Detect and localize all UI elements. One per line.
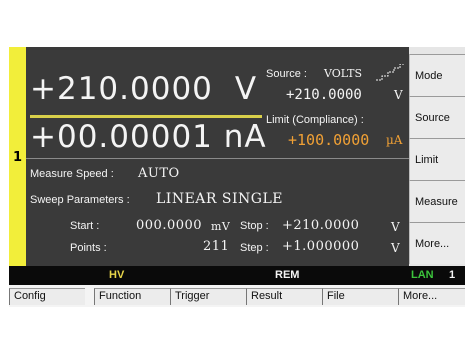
source-setting-value: +210.0000 (286, 87, 362, 103)
sweep-start-unit: mV (211, 220, 231, 233)
softkey-mode[interactable]: Mode (409, 54, 465, 96)
softkey-limit[interactable]: Limit (409, 138, 465, 180)
sweep-step-unit: V (391, 241, 401, 255)
measure-speed-value: AUTO (138, 166, 180, 181)
fkey-function[interactable]: Function (94, 288, 170, 305)
sweep-points-label: Points : (70, 242, 107, 254)
sweep-stop-value: +210.0000 (282, 218, 360, 233)
limit-unit: µA (386, 133, 403, 147)
channel-display-panel: +210.0000 V +00.00001 nA Source : VOLTS +… (26, 47, 409, 266)
fkey-trigger[interactable]: Trigger (170, 288, 246, 305)
sweep-parameters-label: Sweep Parameters : (30, 194, 130, 206)
measured-value-readout: +00.00001 nA (30, 119, 267, 155)
function-key-bar: Config Function Trigger Result File More… (9, 285, 465, 307)
source-setting-unit: V (394, 88, 403, 102)
sweep-start-value: 000.0000 (136, 218, 203, 233)
sweep-points-value: 211 (203, 239, 230, 254)
source-output-unit: V (234, 71, 258, 107)
fkey-result[interactable]: Result (246, 288, 322, 305)
source-label: Source : (266, 68, 307, 80)
softkey-more[interactable]: More... (409, 222, 465, 264)
staircase-sweep-icon (376, 64, 404, 81)
hv-indicator: HV (109, 269, 125, 281)
source-output-value: +210.0000 (30, 71, 213, 107)
sweep-step-label: Step : (240, 242, 269, 254)
sweep-stop-unit: V (391, 220, 401, 234)
channel-number: 1 (12, 150, 23, 165)
limit-label: Limit (Compliance) : (266, 114, 364, 126)
lan-number: 1 (449, 269, 456, 281)
source-mode: VOLTS (324, 67, 363, 80)
readout-separator (30, 115, 262, 118)
sweep-start-label: Start : (70, 220, 100, 232)
sweep-step-value: +1.000000 (282, 239, 360, 254)
section-divider (26, 158, 409, 159)
measure-speed-label: Measure Speed : (30, 168, 114, 180)
fkey-config[interactable]: Config (9, 288, 85, 305)
softkey-measure[interactable]: Measure (409, 180, 465, 222)
fkey-more[interactable]: More... (398, 288, 465, 305)
remote-indicator: REM (275, 269, 300, 281)
instrument-screen: 1 +210.0000 V +00.00001 nA Source : VOLTS… (0, 0, 474, 355)
sweep-stop-label: Stop : (240, 220, 269, 232)
source-output-readout: +210.0000 V (30, 71, 257, 107)
softkey-column: Mode Source Limit Measure More... (409, 47, 465, 266)
lan-indicator: LAN (411, 269, 434, 281)
sweep-parameters-value: LINEAR SINGLE (156, 191, 283, 207)
fkey-file[interactable]: File (322, 288, 398, 305)
status-bar: HV REM LAN 1 (9, 266, 465, 285)
softkey-source[interactable]: Source (409, 96, 465, 138)
limit-value: +100.0000 (288, 131, 370, 149)
